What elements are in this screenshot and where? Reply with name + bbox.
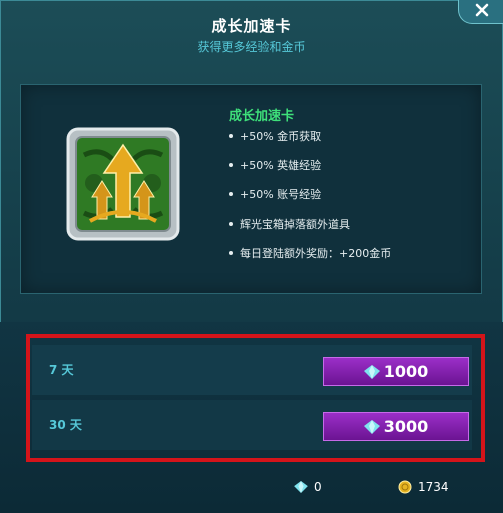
benefit-item: +50% 英雄经验 (229, 157, 321, 173)
gem-icon (294, 481, 308, 493)
benefit-text: +50% 账号经验 (240, 188, 322, 201)
benefit-text: 每日登陆额外奖励：+200金币 (240, 247, 392, 260)
close-icon (475, 3, 488, 16)
gem-balance: 0 (294, 478, 322, 496)
dialog-title: 成长加速卡 (211, 17, 292, 35)
green-arrow-emblem-icon (66, 127, 180, 241)
gold-balance: 1734 (398, 478, 449, 496)
dialog-subtitle: 获得更多经验和金币 (197, 40, 306, 54)
benefit-item: +50% 金币获取 (229, 128, 321, 144)
close-button[interactable] (458, 0, 503, 24)
gold-coin-icon (398, 480, 412, 494)
benefit-item: 每日登陆额外奖励：+200金币 (229, 245, 391, 261)
benefit-text: +50% 金币获取 (240, 130, 322, 143)
benefit-item: 辉光宝箱掉落额外道具 (229, 216, 350, 232)
benefit-item: +50% 账号经验 (229, 186, 321, 202)
highlight-frame (26, 334, 485, 462)
benefit-text: 辉光宝箱掉落额外道具 (240, 218, 350, 231)
card-name: 成长加速卡 (229, 109, 295, 124)
gem-balance-value: 0 (314, 480, 322, 494)
benefit-text: +50% 英雄经验 (240, 159, 322, 172)
gold-balance-value: 1734 (418, 480, 449, 494)
